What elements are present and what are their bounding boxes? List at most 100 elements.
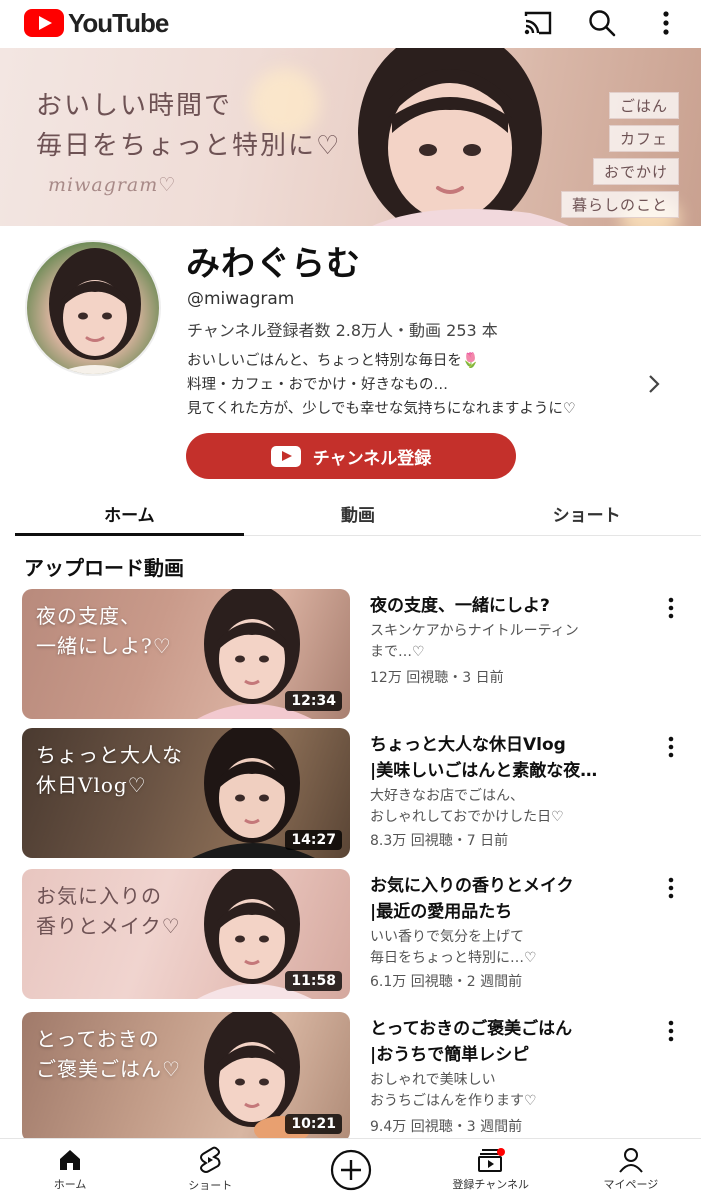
banner-portrait	[358, 48, 570, 226]
channel-banner: おいしい時間で 毎日をちょっと特別に♡ miwagram♡ ごはん カフェ おで…	[0, 48, 701, 226]
subscribe-button[interactable]: チャンネル登録	[186, 433, 516, 479]
youtube-logo[interactable]: YouTube	[24, 7, 169, 39]
search-icon[interactable]	[585, 6, 619, 40]
nav-label: ショート	[188, 1179, 233, 1192]
video-desc-line: 大好きなお店でごはん、	[370, 788, 524, 804]
nav-home[interactable]: ホーム	[0, 1139, 140, 1200]
video-thumbnail[interactable]: とっておきの ご褒美ごはん♡ 10:21	[22, 1012, 350, 1142]
banner-line-2: 毎日をちょっと特別に♡	[36, 131, 342, 161]
more-vert-icon[interactable]	[668, 736, 688, 760]
video-title-line: |美味しいごはんと素敵な夜…	[370, 761, 598, 781]
channel-handle: @miwagram	[187, 289, 295, 309]
video-item[interactable]: お気に入りの 香りとメイク♡ 11:58 お気に入りの香りとメイク |最近の愛用…	[22, 869, 692, 999]
more-vert-icon[interactable]	[668, 877, 688, 901]
more-vert-icon[interactable]	[668, 1020, 688, 1044]
video-title-line: |おうちで簡単レシピ	[370, 1045, 530, 1065]
home-icon	[60, 1150, 81, 1170]
video-desc-line: おしゃれで美味しい	[370, 1072, 496, 1088]
video-thumbnail[interactable]: 夜の支度、 一緒にしよ?♡ 12:34	[22, 589, 350, 719]
chevron-right-icon[interactable]	[648, 374, 664, 394]
video-thumbnail[interactable]: お気に入りの 香りとメイク♡ 11:58	[22, 869, 350, 999]
more-vert-icon[interactable]	[668, 597, 688, 621]
thumbnail-caption: 夜の支度、 一緒にしよ?♡	[36, 601, 172, 661]
video-desc-line: おうちごはんを作ります♡	[370, 1093, 537, 1109]
subscriptions-icon	[477, 1148, 505, 1172]
video-meta: 6.1万 回視聴・2 週間前	[370, 974, 523, 990]
video-description: スキンケアからナイトルーティン まで…♡	[370, 621, 650, 663]
video-title[interactable]: ちょっと大人な休日Vlog |美味しいごはんと素敵な夜…	[370, 732, 650, 784]
thumbnail-caption: お気に入りの 香りとメイク♡	[36, 881, 181, 941]
caption-line: 休日Vlog♡	[36, 773, 147, 797]
channel-tabs: ホーム 動画 ショート	[15, 492, 701, 536]
video-meta: 9.4万 回視聴・3 週間前	[370, 1119, 523, 1135]
youtube-play-icon	[270, 445, 301, 467]
video-item[interactable]: 夜の支度、 一緒にしよ?♡ 12:34 夜の支度、一緒にしよ? スキンケアからナ…	[22, 589, 692, 719]
video-item[interactable]: ちょっと大人な 休日Vlog♡ 14:27 ちょっと大人な休日Vlog |美味し…	[22, 728, 692, 858]
video-duration: 14:27	[285, 830, 342, 850]
cast-icon[interactable]	[521, 6, 555, 40]
video-duration: 12:34	[285, 691, 342, 711]
video-duration: 11:58	[285, 971, 342, 991]
caption-line: ちょっと大人な	[36, 743, 183, 767]
video-description: いい香りで気分を上げて 毎日をちょっと特別に…♡	[370, 927, 650, 969]
video-title[interactable]: とっておきのご褒美ごはん |おうちで簡単レシピ	[370, 1016, 650, 1068]
channel-name: みわぐらむ	[186, 244, 361, 284]
tab-home[interactable]: ホーム	[15, 492, 244, 536]
video-meta: 8.3万 回視聴・7 日前	[370, 833, 509, 849]
thumbnail-caption: ちょっと大人な 休日Vlog♡	[36, 740, 183, 800]
video-title-line: ちょっと大人な休日Vlog	[370, 735, 566, 755]
description-line: おいしいごはんと、ちょっと特別な毎日を🌷	[187, 353, 480, 369]
more-vert-icon[interactable]	[649, 6, 683, 40]
nav-my-page[interactable]: マイページ	[561, 1139, 701, 1200]
banner-tag: ごはん	[608, 92, 679, 119]
subscribe-label: チャンネル登録	[312, 448, 432, 469]
nav-subscriptions[interactable]: 登録チャンネル	[421, 1139, 561, 1200]
create-plus-icon	[330, 1149, 371, 1190]
youtube-wordmark: YouTube	[68, 7, 169, 38]
tab-shorts[interactable]: ショート	[472, 492, 701, 535]
banner-tagline: おいしい時間で 毎日をちょっと特別に♡	[36, 86, 341, 166]
video-title-line: 夜の支度、一緒にしよ?	[370, 596, 550, 616]
thumbnail-caption: とっておきの ご褒美ごはん♡	[36, 1024, 181, 1084]
caption-line: とっておきの	[36, 1027, 160, 1051]
video-title-line: |最近の愛用品たち	[370, 902, 513, 922]
video-title[interactable]: お気に入りの香りとメイク |最近の愛用品たち	[370, 873, 650, 925]
video-desc-line: まで…♡	[370, 644, 425, 660]
nav-create[interactable]	[280, 1139, 420, 1200]
video-thumbnail[interactable]: ちょっと大人な 休日Vlog♡ 14:27	[22, 728, 350, 858]
nav-label: ホーム	[53, 1178, 87, 1191]
video-meta: 12万 回視聴・3 日前	[370, 670, 504, 686]
tab-videos[interactable]: 動画	[244, 492, 473, 535]
video-description: 大好きなお店でごはん、 おしゃれしておでかけした日♡	[370, 786, 650, 828]
caption-line: ご褒美ごはん♡	[36, 1057, 181, 1081]
section-title: アップロード動画	[24, 556, 184, 580]
banner-line-1: おいしい時間で	[36, 91, 233, 121]
video-item[interactable]: とっておきの ご褒美ごはん♡ 10:21 とっておきのご褒美ごはん |おうちで簡…	[22, 1012, 692, 1142]
caption-line: 夜の支度、	[36, 604, 141, 628]
avatar-portrait	[49, 248, 141, 374]
video-title-line: お気に入りの香りとメイク	[370, 876, 574, 896]
video-desc-line: おしゃれしておでかけした日♡	[370, 809, 564, 825]
video-title[interactable]: 夜の支度、一緒にしよ?	[370, 593, 650, 619]
caption-line: 一緒にしよ?♡	[36, 634, 172, 658]
video-description: おしゃれで美味しい おうちごはんを作ります♡	[370, 1070, 650, 1112]
bottom-navigation: ホーム ショート 登録チャンネル マイページ	[0, 1138, 701, 1200]
nav-label: 登録チャンネル	[452, 1178, 530, 1191]
video-title-line: とっておきのご褒美ごはん	[370, 1019, 573, 1039]
channel-avatar[interactable]	[25, 240, 161, 376]
nav-shorts[interactable]: ショート	[140, 1139, 280, 1200]
video-duration: 10:21	[285, 1114, 342, 1134]
top-app-bar: YouTube	[0, 0, 701, 46]
video-desc-line: スキンケアからナイトルーティン	[370, 623, 579, 639]
banner-tag: 暮らしのこと	[560, 191, 679, 218]
youtube-play-icon	[24, 9, 64, 37]
channel-description[interactable]: おいしいごはんと、ちょっと特別な毎日を🌷 料理・カフェ・おでかけ・好きなもの… …	[187, 349, 657, 421]
description-line: 料理・カフェ・おでかけ・好きなもの…	[187, 377, 448, 393]
video-desc-line: いい香りで気分を上げて	[370, 929, 524, 945]
banner-tag: カフェ	[608, 125, 679, 152]
banner-tag: おでかけ	[592, 158, 679, 185]
caption-line: 香りとメイク♡	[36, 914, 181, 938]
account-icon	[619, 1148, 643, 1173]
video-desc-line: 毎日をちょっと特別に…♡	[370, 950, 537, 966]
shorts-icon	[200, 1146, 221, 1173]
